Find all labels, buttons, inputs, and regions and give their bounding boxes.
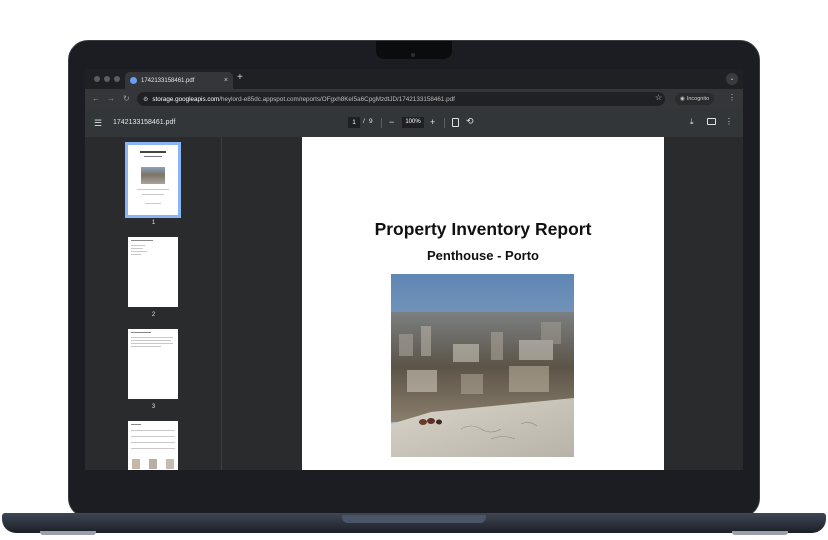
screen: 1742133158461.pdf × + ⌄ ← → ↻ ⚙ storage.… [85,69,743,470]
incognito-icon: ◉ [680,96,685,102]
incognito-label: Incognito [686,96,710,102]
fit-page-icon[interactable] [452,118,459,127]
tab-search-button[interactable]: ⌄ [726,73,738,85]
tab-title: 1742133158461.pdf [141,77,195,84]
toolbar-divider [444,118,445,128]
pdf-more-icon[interactable]: ⋮ [725,117,733,127]
back-button[interactable]: ← [92,94,100,104]
thumb-text [131,337,173,338]
thumb-text [137,189,169,190]
tab-close-icon[interactable]: × [224,77,228,84]
pdf-page-1: Property Inventory Report Penthouse - Po… [302,137,664,470]
laptop-foot-left [40,531,96,535]
thumb-text [131,346,161,347]
address-bar[interactable]: ⚙ storage.googleapis.com/heylord-e85dc.a… [137,92,665,106]
thumb-text [131,251,147,252]
zoom-in-button[interactable]: + [430,117,435,127]
page-thumbnail-2[interactable] [128,237,178,307]
thumbnail-number: 3 [151,404,156,410]
thumb-photo [166,459,174,469]
thumb-text [131,442,175,443]
browser-toolbar: ← → ↻ ⚙ storage.googleapis.com/heylord-e… [85,89,743,109]
page-thumbnail-4[interactable] [128,421,178,470]
zoom-out-button[interactable]: − [389,117,394,127]
pdf-file-name: 1742133158461.pdf [113,119,176,126]
print-icon[interactable] [707,118,716,125]
thumb-text [131,424,141,425]
pdf-viewer[interactable]: Property Inventory Report Penthouse - Po… [223,137,743,470]
sidebar-toggle-icon[interactable]: ☰ [94,118,102,128]
document-subtitle: Penthouse - Porto [427,248,539,263]
thumb-text [131,343,173,344]
document-title: Property Inventory Report [374,219,592,239]
laptop-base-notch [342,515,486,523]
thumb-text [144,156,162,157]
thumb-text [131,245,145,246]
browser-menu-icon[interactable]: ⋮ [728,93,736,103]
page-thumbnail-3[interactable] [128,329,178,399]
page-number-input[interactable]: 1 [348,117,360,128]
maximize-window-button[interactable] [114,76,120,82]
site-info-icon[interactable]: ⚙ [143,96,148,103]
thumbnail-sidebar: 1 2 3 [85,137,222,470]
reload-button[interactable]: ↻ [123,94,130,104]
thumb-text [131,240,153,241]
page-total: 9 [369,118,373,125]
window-controls [94,76,120,82]
thumb-text [131,448,175,449]
page-thumbnail-1[interactable] [125,142,181,218]
thumb-text [131,254,141,255]
laptop-foot-right [732,531,788,535]
thumb-text [145,203,161,204]
download-icon[interactable]: ⤓ [690,117,694,127]
bookmark-star-icon[interactable]: ☆ [655,93,662,103]
thumb-text [140,151,166,153]
camera-icon [411,53,415,57]
pdf-favicon-icon [130,77,137,84]
thumb-text [131,430,175,431]
zoom-level-input[interactable]: 100% [402,117,424,128]
thumb-photo [141,167,165,184]
property-photo [391,274,574,457]
url-path: /heylord-e85dc.appspot.com/reports/OFgxh… [219,95,455,103]
forward-button[interactable]: → [107,94,115,104]
thumb-text [131,332,151,333]
minimize-window-button[interactable] [104,76,110,82]
thumb-text [131,436,175,437]
thumbnail-number: 1 [151,220,156,226]
thumb-photo [149,459,157,469]
page-separator: / [363,118,365,125]
toolbar-divider [381,118,382,128]
rotate-icon[interactable]: ⟲ [466,116,474,126]
incognito-badge[interactable]: ◉ Incognito [675,93,715,105]
thumb-photo [132,459,140,469]
thumb-text [142,194,164,195]
thumb-text [131,248,143,249]
tab-pdf[interactable]: 1742133158461.pdf × [125,72,233,89]
close-window-button[interactable] [94,76,100,82]
property-photo-image [391,274,574,457]
new-tab-button[interactable]: + [237,73,243,83]
tab-strip: 1742133158461.pdf × + ⌄ [85,69,743,89]
url-text: storage.googleapis.com/heylord-e85dc.app… [152,96,454,103]
thumbnail-number: 2 [151,312,156,318]
thumb-text [131,340,171,341]
pdf-toolbar: ☰ 1742133158461.pdf 1 / 9 − 100% + ⟲ ⤓ ⋮ [85,109,743,137]
url-host: storage.googleapis.com [152,95,220,103]
